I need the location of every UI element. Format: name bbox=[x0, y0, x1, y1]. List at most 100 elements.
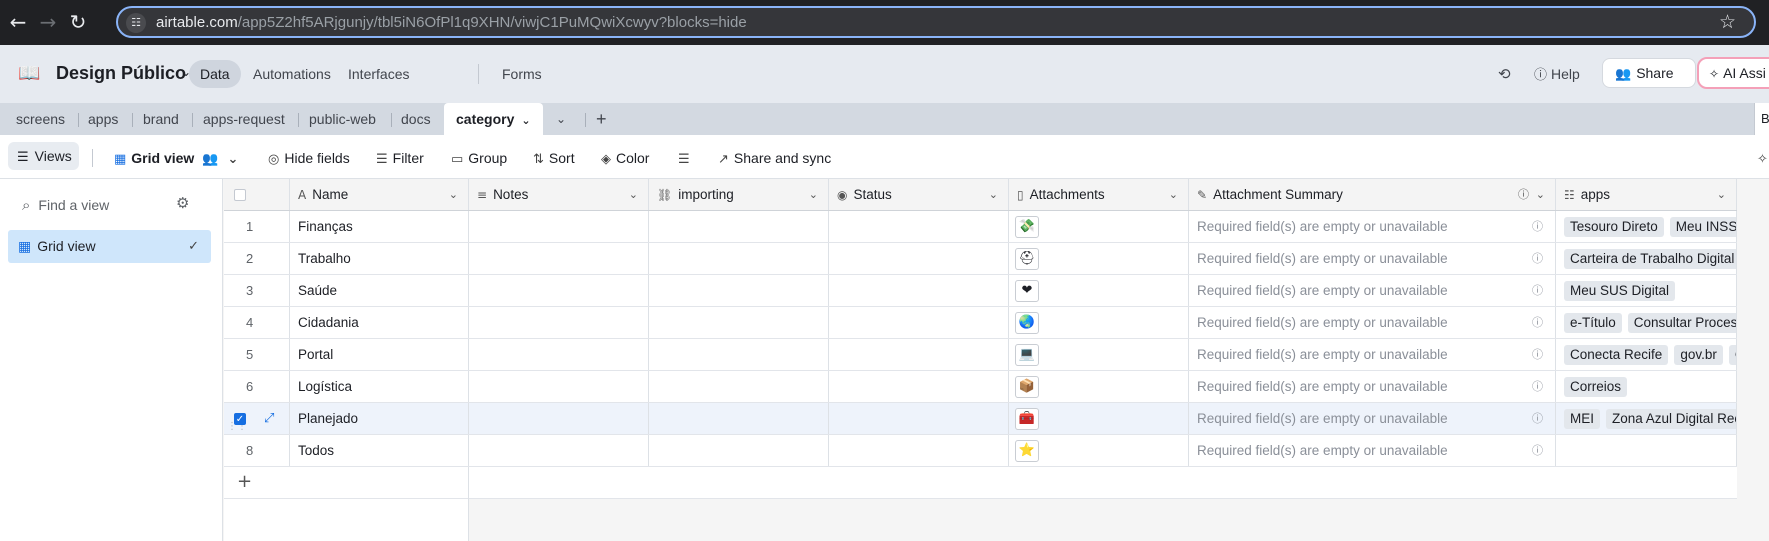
attachment-thumbnail[interactable]: ❤ bbox=[1015, 280, 1039, 302]
reload-icon[interactable]: ↻ bbox=[66, 10, 90, 34]
gear-icon[interactable]: ⚙ bbox=[176, 194, 189, 212]
attachment-summary-cell[interactable]: Required field(s) are empty or unavailab… bbox=[1189, 435, 1556, 466]
row-number-cell[interactable]: 8 bbox=[224, 435, 290, 466]
name-cell[interactable]: Portal bbox=[290, 339, 469, 370]
status-cell[interactable] bbox=[829, 435, 1009, 466]
expand-record-icon[interactable]: ⤢ bbox=[264, 403, 274, 434]
bookmark-star-icon[interactable]: ☆ bbox=[1719, 11, 1736, 33]
attachment-summary-cell[interactable]: Required field(s) are empty or unavailab… bbox=[1189, 371, 1556, 402]
nav-interfaces[interactable]: Interfaces bbox=[337, 60, 420, 88]
linked-record-chip[interactable]: Conecta Recife bbox=[1564, 345, 1669, 365]
info-icon[interactable]: ⓘ bbox=[1532, 339, 1543, 370]
extensions-icon[interactable]: ✧ bbox=[1757, 147, 1769, 169]
column-header-attachments[interactable]: ▯ Attachments ⌄ bbox=[1009, 179, 1189, 210]
attachments-cell[interactable]: 💸 bbox=[1009, 211, 1189, 242]
select-all-cell[interactable] bbox=[224, 179, 290, 210]
attachment-summary-cell[interactable]: Required field(s) are empty or unavailab… bbox=[1189, 339, 1556, 370]
history-icon[interactable]: ⟲ bbox=[1498, 60, 1511, 88]
name-cell[interactable]: Logística bbox=[290, 371, 469, 402]
name-cell[interactable]: Saúde bbox=[290, 275, 469, 306]
status-cell[interactable] bbox=[829, 307, 1009, 338]
table-row[interactable]: 5 Portal 💻 Required field(s) are empty or u… bbox=[224, 339, 1737, 371]
apps-cell[interactable]: Correios bbox=[1556, 371, 1737, 402]
status-cell[interactable] bbox=[829, 275, 1009, 306]
column-header-attachment-summary[interactable]: ✎ Attachment Summary ⓘ ⌄ bbox=[1189, 179, 1556, 210]
apps-cell[interactable]: e-TítuloConsultar Processo bbox=[1556, 307, 1737, 338]
table-row[interactable]: 1 Finanças 💸 Required field(s) are empty or… bbox=[224, 211, 1737, 243]
attachment-summary-cell[interactable]: Required field(s) are empty or unavailab… bbox=[1189, 307, 1556, 338]
row-number-cell[interactable]: ⋮⋮ ✓ ⤢ bbox=[224, 403, 290, 434]
attachment-summary-cell[interactable]: Required field(s) are empty or unavailab… bbox=[1189, 275, 1556, 306]
attachment-thumbnail[interactable]: 💻 bbox=[1015, 344, 1039, 366]
apps-cell[interactable]: MEIZona Azul Digital Recife bbox=[1556, 403, 1737, 434]
info-icon[interactable]: ⓘ bbox=[1532, 307, 1543, 338]
attachment-thumbnail[interactable]: 🧰 bbox=[1015, 408, 1039, 430]
importing-cell[interactable] bbox=[649, 435, 829, 466]
tab-apps-request[interactable]: apps-request bbox=[203, 103, 285, 135]
importing-cell[interactable] bbox=[649, 275, 829, 306]
attachment-summary-cell[interactable]: Required field(s) are empty or unavailab… bbox=[1189, 211, 1556, 242]
tab-apps[interactable]: apps bbox=[88, 103, 118, 135]
ai-assistant-button[interactable]: ✧ AI Assi bbox=[1697, 57, 1769, 89]
column-header-apps[interactable]: ☷ apps ⌄ bbox=[1556, 179, 1737, 210]
all-tables-chevron-icon[interactable]: ⌄ bbox=[556, 103, 566, 135]
color-button[interactable]: ◈ Color bbox=[601, 147, 649, 169]
row-number-cell[interactable]: 2 bbox=[224, 243, 290, 274]
nav-forms[interactable]: Forms bbox=[491, 60, 553, 88]
attachment-thumbnail[interactable]: 📦 bbox=[1015, 376, 1039, 398]
tab-extensions[interactable]: B bbox=[1754, 103, 1769, 135]
notes-cell[interactable] bbox=[469, 371, 649, 402]
attachment-thumbnail[interactable]: ⭐ bbox=[1015, 440, 1039, 462]
status-cell[interactable] bbox=[829, 243, 1009, 274]
table-row[interactable]: 3 Saúde ❤ Required field(s) are empty or un… bbox=[224, 275, 1737, 307]
name-cell[interactable]: Cidadania bbox=[290, 307, 469, 338]
nav-data[interactable]: Data bbox=[189, 60, 241, 88]
row-number-cell[interactable]: 6 bbox=[224, 371, 290, 402]
notes-cell[interactable] bbox=[469, 403, 649, 434]
apps-cell[interactable]: Carteira de Trabalho Digital bbox=[1556, 243, 1737, 274]
column-header-importing[interactable]: ⛓ importing ⌄ bbox=[649, 179, 829, 210]
tab-public-web[interactable]: public-web bbox=[309, 103, 376, 135]
linked-record-chip[interactable]: MEI bbox=[1564, 409, 1601, 429]
notes-cell[interactable] bbox=[469, 211, 649, 242]
table-row[interactable]: ⋮⋮ ✓ ⤢ Planejado 🧰 Required field(s) are empt… bbox=[224, 403, 1737, 435]
view-switcher[interactable]: ▦ Grid view 👥 ⌄ bbox=[114, 147, 243, 169]
sort-button[interactable]: ⇅ Sort bbox=[533, 147, 575, 169]
name-cell[interactable]: Trabalho bbox=[290, 243, 469, 274]
share-sync-button[interactable]: ↗ Share and sync bbox=[718, 147, 831, 169]
importing-cell[interactable] bbox=[649, 371, 829, 402]
importing-cell[interactable] bbox=[649, 307, 829, 338]
info-icon[interactable]: ⓘ bbox=[1532, 435, 1543, 466]
attachment-thumbnail[interactable]: 💸 bbox=[1015, 216, 1039, 238]
attachments-cell[interactable]: 🧰 bbox=[1009, 403, 1189, 434]
importing-cell[interactable] bbox=[649, 403, 829, 434]
tab-screens[interactable]: screens bbox=[16, 103, 65, 135]
column-header-notes[interactable]: ≡ Notes ⌄ bbox=[469, 179, 649, 210]
row-number-cell[interactable]: 4 bbox=[224, 307, 290, 338]
share-button[interactable]: 👥 Share bbox=[1602, 58, 1696, 88]
column-header-name[interactable]: A Name ⌄ bbox=[290, 179, 469, 210]
linked-record-chip[interactable]: Meu INSS bbox=[1669, 217, 1736, 237]
find-view-input[interactable]: ⌕ Find a view bbox=[22, 196, 109, 214]
table-row[interactable]: 2 Trabalho ⛑ Required field(s) are empty or… bbox=[224, 243, 1737, 275]
add-table-icon[interactable]: + bbox=[596, 103, 607, 135]
hide-fields-button[interactable]: ◎ Hide fields bbox=[268, 147, 350, 169]
group-button[interactable]: ▭ Group bbox=[451, 147, 507, 169]
linked-record-chip[interactable]: gov.br bbox=[1674, 345, 1723, 365]
linked-record-chip[interactable]: Carteira de Trabalho Digital bbox=[1564, 249, 1736, 269]
column-header-status[interactable]: ◉ Status ⌄ bbox=[829, 179, 1009, 210]
name-cell[interactable]: Todos bbox=[290, 435, 469, 466]
apps-cell[interactable]: Tesouro Direto Meu INSS bbox=[1556, 211, 1737, 242]
attachments-cell[interactable]: ⛑ bbox=[1009, 243, 1189, 274]
importing-cell[interactable] bbox=[649, 339, 829, 370]
notes-cell[interactable] bbox=[469, 339, 649, 370]
forward-icon[interactable]: → bbox=[36, 10, 60, 34]
notes-cell[interactable] bbox=[469, 275, 649, 306]
name-cell[interactable]: Planejado bbox=[290, 403, 469, 434]
select-all-checkbox[interactable] bbox=[234, 189, 246, 201]
importing-cell[interactable] bbox=[649, 243, 829, 274]
apps-cell[interactable]: Meu SUS Digital bbox=[1556, 275, 1737, 306]
apps-cell[interactable] bbox=[1556, 435, 1737, 466]
name-cell[interactable]: Finanças bbox=[290, 211, 469, 242]
table-row[interactable]: 6 Logística 📦 Required field(s) are empty o… bbox=[224, 371, 1737, 403]
